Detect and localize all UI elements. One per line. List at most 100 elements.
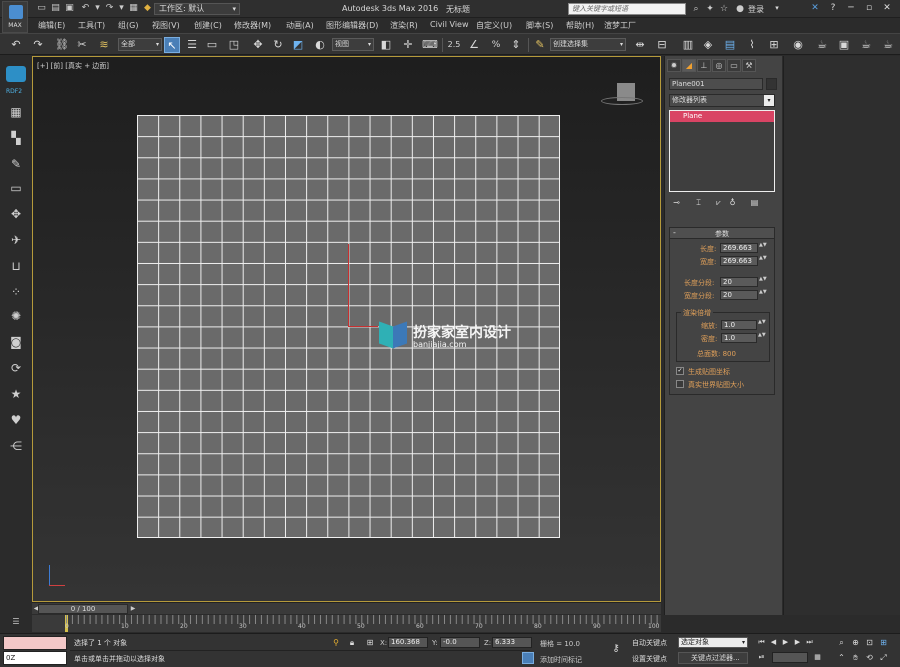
zoom-extents-all-icon[interactable]: ⊞ [878,637,889,648]
edit-named-selection-icon[interactable]: ✎ [532,37,548,53]
align-icon[interactable]: ⊟ [654,37,670,53]
user-icon[interactable]: ● [734,3,746,15]
key-selection-dropdown[interactable]: 选定对象 ▾ [678,637,748,648]
rotate-icon[interactable]: ↻ [270,37,286,53]
remove-modifier-icon[interactable]: ♁ [727,197,738,208]
ribbon-toggle-icon[interactable]: ▤ [722,37,738,53]
create-tab-icon[interactable]: ✹ [667,59,681,72]
curve-editor-icon[interactable]: ⌇ [744,37,760,53]
redo-dropdown-icon[interactable]: ▾ [116,3,127,14]
menu-civil-view[interactable]: Civil View [430,20,469,29]
menu-graph-editors[interactable]: 图形编辑器(D) [326,20,378,31]
named-selection-dropdown[interactable]: 创建选择集 ▾ [550,38,626,51]
play-icon[interactable]: ▶ [780,637,791,648]
render-iterative-icon[interactable]: ☕ [880,37,896,53]
rendered-frame-icon[interactable]: ▣ [836,37,852,53]
close-button[interactable]: ✕ [878,2,896,15]
mini-curve-editor-icon[interactable]: ☰ [9,617,23,629]
maximize-button[interactable]: ▫ [860,2,878,15]
zoom-all-icon[interactable]: ⊕ [850,637,861,648]
zoom-extents-icon[interactable]: ⊡ [864,637,875,648]
scale-icon[interactable]: ◩ [290,37,306,53]
ref-coord-dropdown[interactable]: 视图 ▾ [332,38,374,51]
menu-views[interactable]: 视图(V) [152,20,180,31]
front-viewport[interactable]: [+] [前] [真实 + 边面] 扮家家室内设计 banjiajia.com [32,56,661,602]
save-file-icon[interactable]: ▣ [64,3,75,14]
workspace-dropdown[interactable]: 工作区: 默认 ▾ [154,3,240,15]
bind-space-warp-icon[interactable]: ≋ [96,37,112,53]
maxscript-listener-output[interactable] [3,636,67,650]
density-spinner[interactable]: 1.0 [721,333,757,343]
material-editor-icon[interactable]: ◉ [790,37,806,53]
add-time-tag[interactable]: 添加时间标记 [540,655,582,665]
fov-icon[interactable]: ⌃ [836,652,847,663]
spinner-arrows-icon[interactable]: ▲▼ [759,290,767,300]
next-frame-icon[interactable]: ▶ [792,637,803,648]
window-crossing-icon[interactable]: ◳ [226,37,242,53]
plane-icon[interactable]: ✈ [8,232,24,248]
real-world-map-checkbox[interactable] [676,380,684,388]
time-tag-icon[interactable] [522,652,534,664]
login-link[interactable]: 登录 [748,4,764,15]
scene-explorer-icon[interactable]: ◈ [700,37,716,53]
z-coord-field[interactable]: 6.333 [492,637,532,648]
object-name-field[interactable]: Plane001 [669,78,763,90]
unlink-icon[interactable]: ✂ [74,37,90,53]
time-slider-thumb[interactable]: 0 / 100 [38,604,128,614]
hierarchy-tab-icon[interactable]: ⊥ [697,59,711,72]
new-scene-icon[interactable]: ▭ [36,3,47,14]
angle-snap-icon[interactable]: ∠ [466,37,482,53]
image-icon[interactable]: ▦ [8,104,24,120]
menu-edit[interactable]: 编辑(E) [38,20,65,31]
menu-animation[interactable]: 动画(A) [286,20,314,31]
viewport-label[interactable]: [+] [前] [真实 + 边面] [37,61,109,71]
menu-help[interactable]: 帮助(H) [566,20,594,31]
move-icon[interactable]: ✥ [8,206,24,222]
sun-icon[interactable]: ✺ [8,308,24,324]
absolute-mode-icon[interactable]: ⊞ [364,637,376,648]
app-menu-button[interactable]: MAX [2,1,28,33]
menu-create[interactable]: 创建(C) [194,20,222,31]
grid-icon[interactable]: ▚ [8,130,24,146]
spinner-arrows-icon[interactable]: ▲▼ [758,320,766,330]
spinner-arrows-icon[interactable]: ▲▼ [759,256,767,266]
help-icon[interactable]: ? [824,2,842,15]
undo-icon[interactable]: ↶ [8,37,24,53]
track-bar[interactable]: 0 10 20 30 40 50 60 70 80 90 100 [32,615,661,632]
width-spinner[interactable]: 269.663 [720,256,758,266]
search-input[interactable]: 键入关键字或短语 [568,3,686,15]
time-config-icon[interactable]: ▦ [812,652,823,663]
current-frame-field[interactable] [772,652,808,663]
go-to-start-icon[interactable]: ⏮ [756,637,767,648]
refresh-icon[interactable]: ⟳ [8,360,24,376]
set-key-icon[interactable]: ⚷ [606,643,626,657]
spinner-arrows-icon[interactable]: ▲▼ [758,333,766,343]
star-icon[interactable]: ☆ [718,3,730,15]
percent-snap-icon[interactable]: % [488,37,504,53]
utilities-tab-icon[interactable]: ⚒ [742,59,756,72]
viewcube[interactable] [601,83,643,107]
place-icon[interactable]: ◐ [312,37,328,53]
redo-icon[interactable]: ↷ [30,37,46,53]
schematic-view-icon[interactable]: ⊞ [766,37,782,53]
inbox-icon[interactable]: ⊔ [8,258,24,274]
select-object-icon[interactable]: ↖ [164,37,180,53]
camera-icon[interactable]: ◙ [8,334,24,350]
project-folder-icon[interactable]: ▦ [128,3,139,14]
key-mode-icon[interactable]: ⏯ [756,652,767,663]
link-icon[interactable]: ⛓ [54,37,70,53]
chevron-right-icon[interactable]: ▶ [129,604,137,614]
render-production-icon[interactable]: ☕ [858,37,874,53]
spinner-arrows-icon[interactable]: ▲▼ [759,277,767,287]
apps-icon[interactable]: ⁘ [8,284,24,300]
scale-spinner[interactable]: 1.0 [721,320,757,330]
length-spinner[interactable]: 269.663 [720,243,758,253]
time-slider[interactable]: ◀ 0 / 100 ▶ [32,602,661,614]
key-filters-button[interactable]: 关键点过滤器... [678,652,748,664]
search-icon[interactable]: ⌕ [690,3,702,15]
spinner-snap-icon[interactable]: ⇕ [508,37,524,53]
object-color-swatch[interactable] [766,78,777,90]
ribbon-logo-icon[interactable] [6,66,26,82]
monitor-icon[interactable]: ▭ [8,180,24,196]
make-unique-icon[interactable]: ⩗ [713,197,724,208]
